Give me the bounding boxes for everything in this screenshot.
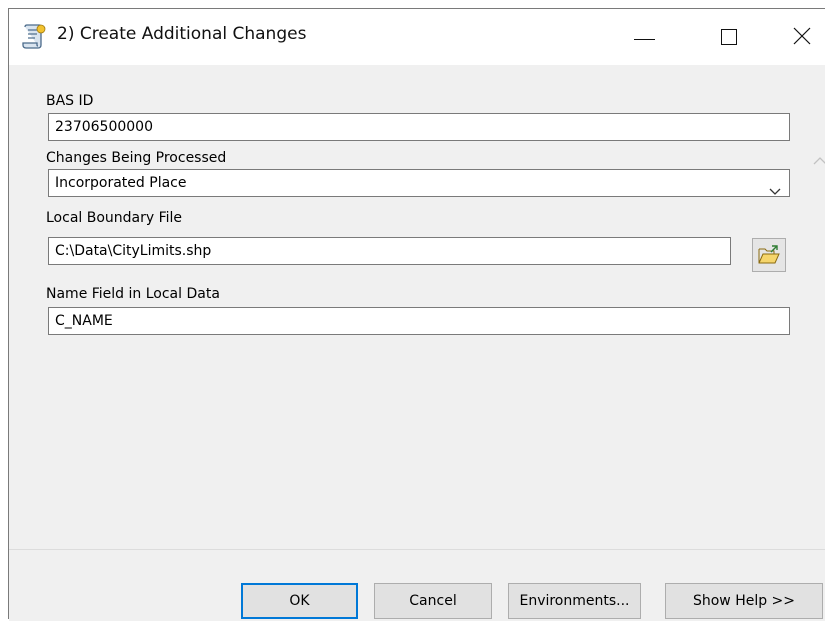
cancel-button[interactable]: Cancel bbox=[374, 583, 492, 619]
changes-select[interactable]: Incorporated Place bbox=[48, 169, 790, 197]
window-title: 2) Create Additional Changes bbox=[57, 24, 307, 44]
ok-button[interactable]: OK bbox=[241, 583, 358, 619]
title-bar[interactable]: 2) Create Additional Changes bbox=[9, 9, 825, 65]
chevron-down-icon[interactable] bbox=[769, 179, 781, 196]
dialog-window: 2) Create Additional Changes BAS ID 2370… bbox=[8, 8, 825, 621]
bas-id-label: BAS ID bbox=[46, 93, 94, 109]
show-help-button[interactable]: Show Help >> bbox=[665, 583, 823, 619]
button-bar: OK Cancel Environments... Show Help >> bbox=[9, 549, 825, 621]
name-field-label: Name Field in Local Data bbox=[46, 286, 220, 302]
changes-label: Changes Being Processed bbox=[46, 150, 227, 166]
script-tool-icon bbox=[20, 23, 46, 51]
bas-id-field[interactable]: 23706500000 bbox=[48, 113, 790, 141]
browse-button[interactable] bbox=[752, 238, 786, 272]
parameters-panel: BAS ID 23706500000 Changes Being Process… bbox=[11, 65, 825, 589]
minimize-icon[interactable] bbox=[615, 9, 675, 65]
changes-select-value: Incorporated Place bbox=[55, 175, 187, 191]
name-field-input[interactable]: C_NAME bbox=[48, 307, 790, 335]
boundary-file-field[interactable]: C:\Data\CityLimits.shp bbox=[48, 237, 731, 265]
scroll-up-icon[interactable] bbox=[813, 153, 825, 169]
environments-button[interactable]: Environments... bbox=[508, 583, 641, 619]
maximize-icon[interactable] bbox=[699, 9, 759, 65]
close-icon[interactable] bbox=[771, 9, 825, 65]
boundary-file-label: Local Boundary File bbox=[46, 210, 183, 226]
